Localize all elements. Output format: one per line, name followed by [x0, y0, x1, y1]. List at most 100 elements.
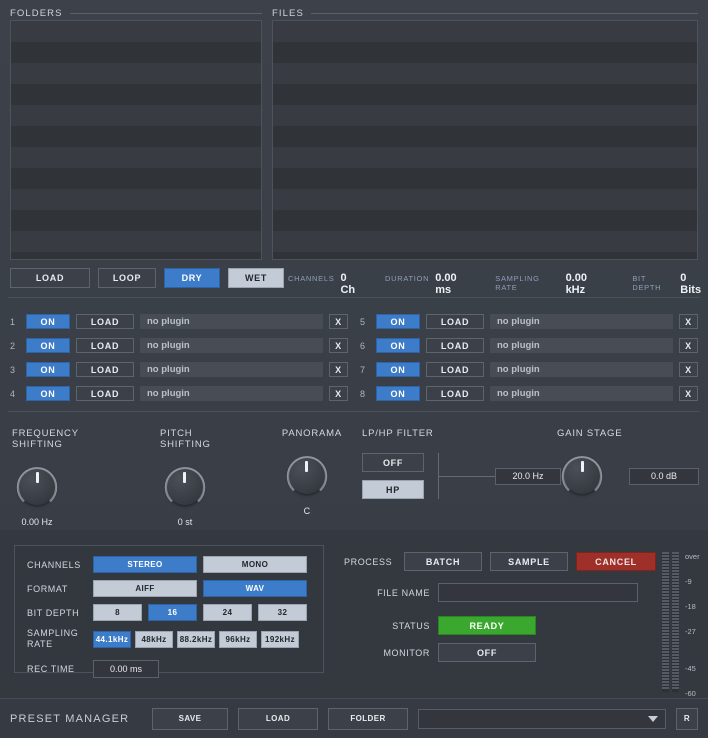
preset-save-button[interactable]: SAVE: [152, 708, 228, 730]
option-button[interactable]: 96kHz: [219, 631, 257, 648]
preset-load-button[interactable]: LOAD: [238, 708, 318, 730]
list-item[interactable]: [11, 147, 261, 168]
meter-segment: [662, 609, 669, 611]
gain-value-field[interactable]: 0.0 dB: [629, 468, 699, 485]
list-item[interactable]: [11, 84, 261, 105]
meter-segment: [662, 636, 669, 638]
filter-hp-button[interactable]: HP: [362, 480, 424, 499]
plugin-load-button[interactable]: LOAD: [426, 386, 484, 401]
plugin-power-button[interactable]: ON: [376, 314, 420, 329]
process-sample-button[interactable]: SAMPLE: [490, 552, 568, 571]
list-item[interactable]: [273, 126, 697, 147]
option-button[interactable]: 8: [93, 604, 142, 621]
plugin-power-button[interactable]: ON: [26, 314, 70, 329]
list-item[interactable]: [273, 105, 697, 126]
plugin-remove-button[interactable]: X: [329, 386, 348, 401]
plugin-power-button[interactable]: ON: [376, 338, 420, 353]
plugin-load-button[interactable]: LOAD: [76, 362, 134, 377]
plugin-name-field[interactable]: no plugin: [490, 386, 673, 401]
plugin-remove-button[interactable]: X: [679, 338, 698, 353]
option-button[interactable]: STEREO: [93, 556, 197, 573]
list-item[interactable]: [273, 63, 697, 84]
knob-control[interactable]: [160, 462, 210, 512]
plugin-load-button[interactable]: LOAD: [76, 338, 134, 353]
knob-control[interactable]: [282, 451, 332, 501]
plugin-load-button[interactable]: LOAD: [76, 314, 134, 329]
list-item[interactable]: [273, 84, 697, 105]
plugin-remove-button[interactable]: X: [679, 362, 698, 377]
option-button[interactable]: AIFF: [93, 580, 197, 597]
files-list[interactable]: [272, 20, 698, 260]
process-cancel-button[interactable]: CANCEL: [576, 552, 656, 571]
plugin-remove-button[interactable]: X: [329, 314, 348, 329]
option-button[interactable]: MONO: [203, 556, 307, 573]
list-item[interactable]: [273, 252, 697, 260]
preset-reset-button[interactable]: R: [676, 708, 698, 730]
meter-segment: [662, 648, 669, 650]
browser-load-button[interactable]: LOAD: [10, 268, 90, 288]
rec-time-field[interactable]: 0.00 ms: [93, 660, 159, 678]
list-item[interactable]: [273, 210, 697, 231]
option-button[interactable]: WAV: [203, 580, 307, 597]
list-item[interactable]: [11, 252, 261, 260]
plugin-power-button[interactable]: ON: [376, 362, 420, 377]
list-item[interactable]: [11, 42, 261, 63]
preset-select[interactable]: [418, 709, 666, 729]
plugin-load-button[interactable]: LOAD: [426, 338, 484, 353]
plugin-remove-button[interactable]: X: [679, 314, 698, 329]
file-name-input[interactable]: [438, 583, 638, 602]
knob-control[interactable]: [12, 462, 62, 512]
option-button[interactable]: 192kHz: [261, 631, 299, 648]
list-item[interactable]: [273, 168, 697, 189]
option-button[interactable]: 24: [203, 604, 252, 621]
process-batch-button[interactable]: BATCH: [404, 552, 482, 571]
option-button[interactable]: 44.1kHz: [93, 631, 131, 648]
plugin-name-field[interactable]: no plugin: [490, 362, 673, 377]
plugin-load-button[interactable]: LOAD: [76, 386, 134, 401]
plugin-name-field[interactable]: no plugin: [490, 338, 673, 353]
list-item[interactable]: [11, 21, 261, 42]
list-item[interactable]: [11, 210, 261, 231]
list-item[interactable]: [273, 42, 697, 63]
plugin-power-button[interactable]: ON: [26, 362, 70, 377]
option-button[interactable]: 48kHz: [135, 631, 173, 648]
list-item[interactable]: [11, 168, 261, 189]
list-item[interactable]: [273, 189, 697, 210]
folders-list[interactable]: [10, 20, 262, 260]
plugin-name-field[interactable]: no plugin: [490, 314, 673, 329]
list-item[interactable]: [273, 147, 697, 168]
browser-button-group: LOAD LOOP DRY WET: [10, 268, 284, 288]
list-item[interactable]: [273, 231, 697, 252]
monitor-toggle-button[interactable]: OFF: [438, 643, 536, 662]
list-item[interactable]: [273, 21, 697, 42]
list-item[interactable]: [11, 105, 261, 126]
gain-knob[interactable]: [557, 451, 607, 501]
meter-segment: [662, 552, 669, 554]
plugin-name-field[interactable]: no plugin: [140, 362, 323, 377]
plugin-remove-button[interactable]: X: [329, 338, 348, 353]
list-item[interactable]: [11, 189, 261, 210]
option-button[interactable]: 32: [258, 604, 307, 621]
plugin-power-button[interactable]: ON: [26, 338, 70, 353]
plugin-power-button[interactable]: ON: [376, 386, 420, 401]
meter-segment: [672, 612, 679, 614]
plugin-remove-button[interactable]: X: [679, 386, 698, 401]
filter-frequency-field[interactable]: 20.0 Hz: [495, 468, 561, 485]
filter-off-button[interactable]: OFF: [362, 453, 424, 472]
browser-wet-button[interactable]: WET: [228, 268, 284, 288]
list-item[interactable]: [11, 231, 261, 252]
list-item[interactable]: [11, 63, 261, 84]
plugin-load-button[interactable]: LOAD: [426, 314, 484, 329]
option-button[interactable]: 16: [148, 604, 197, 621]
plugin-load-button[interactable]: LOAD: [426, 362, 484, 377]
browser-dry-button[interactable]: DRY: [164, 268, 220, 288]
browser-loop-button[interactable]: LOOP: [98, 268, 156, 288]
plugin-name-field[interactable]: no plugin: [140, 338, 323, 353]
plugin-remove-button[interactable]: X: [329, 362, 348, 377]
plugin-name-field[interactable]: no plugin: [140, 386, 323, 401]
plugin-name-field[interactable]: no plugin: [140, 314, 323, 329]
list-item[interactable]: [11, 126, 261, 147]
option-button[interactable]: 88.2kHz: [177, 631, 215, 648]
preset-folder-button[interactable]: FOLDER: [328, 708, 408, 730]
plugin-power-button[interactable]: ON: [26, 386, 70, 401]
